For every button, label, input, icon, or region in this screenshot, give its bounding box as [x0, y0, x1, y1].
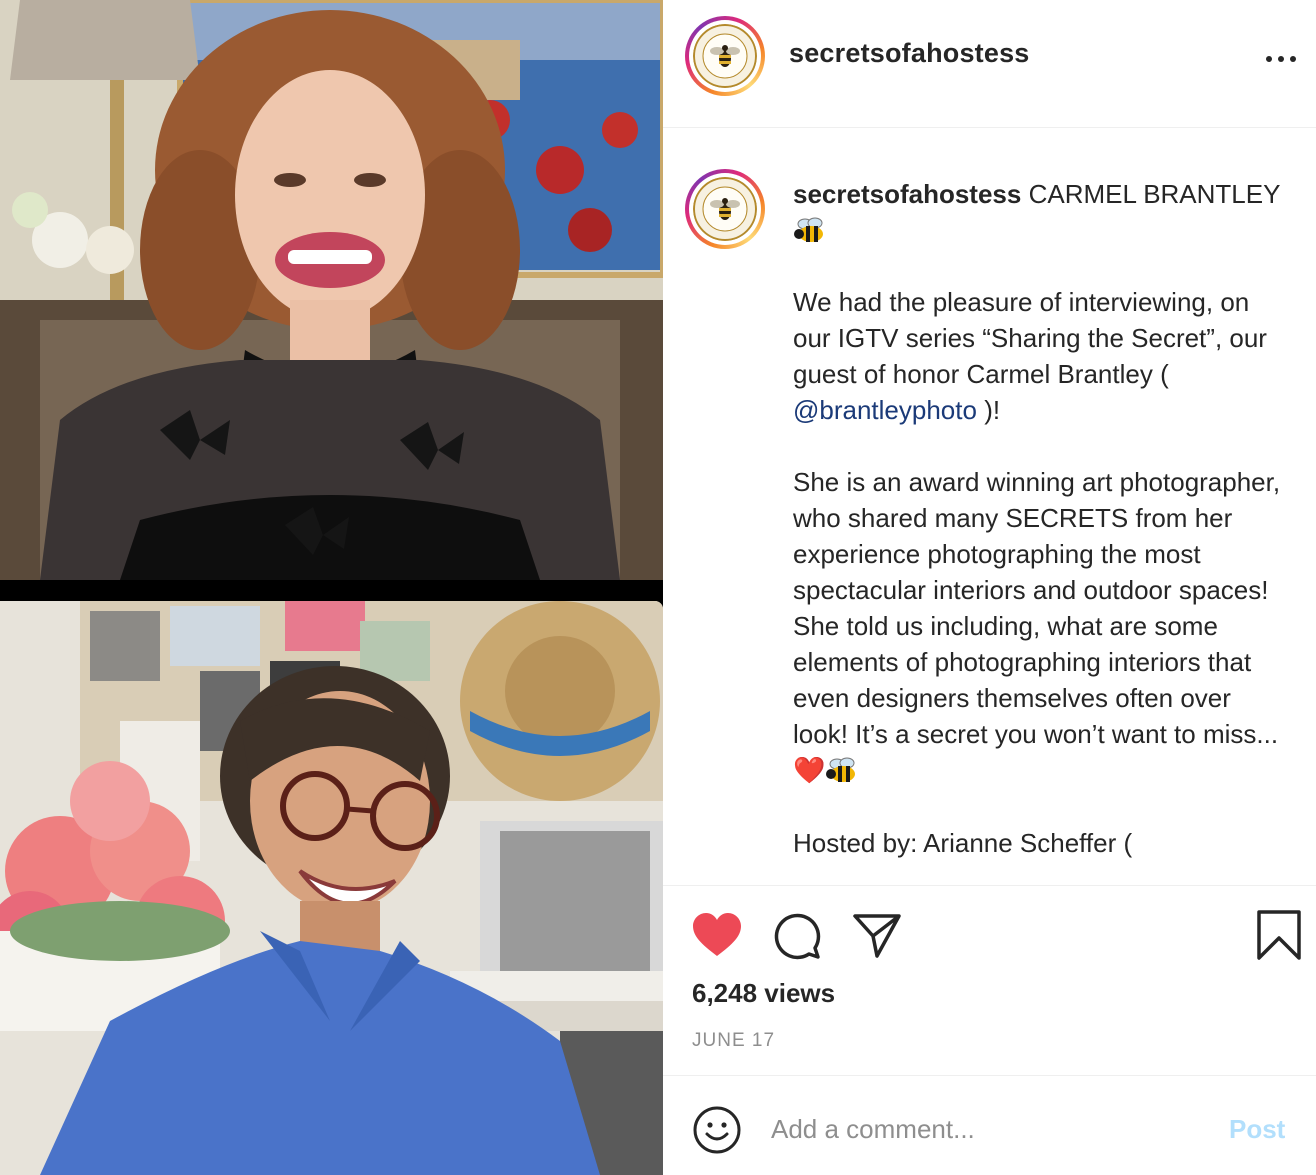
caption-text: secretsofahostess CARMEL BRANTLEY We had…: [793, 176, 1283, 861]
host-video-frame: [0, 601, 663, 1175]
caption-avatar[interactable]: [685, 169, 765, 249]
view-count[interactable]: 6,248 views: [692, 978, 835, 1009]
brand-logo-icon: [693, 24, 757, 88]
caption-first-line: secretsofahostess CARMEL BRANTLEY: [793, 176, 1283, 248]
video-tile-host: [0, 601, 663, 1175]
post-header: secretsofahostess: [663, 0, 1316, 128]
brand-logo-icon: [693, 177, 757, 241]
bee-emoji-icon: [794, 217, 823, 242]
caption-paragraph-3: Hosted by: Arianne Scheffer (: [793, 828, 1133, 858]
post-date[interactable]: JUNE 17: [692, 1030, 775, 1052]
bookmark-icon[interactable]: [1253, 910, 1305, 962]
post-actions: 6,248 views JUNE 17: [663, 885, 1316, 1075]
caption-p2-text: She is an award winning art photographer…: [793, 467, 1281, 749]
caption-section[interactable]: secretsofahostess CARMEL BRANTLEY We had…: [663, 129, 1316, 877]
video-tile-guest: [0, 0, 663, 580]
heart-icon[interactable]: [691, 910, 743, 962]
comment-icon[interactable]: [771, 910, 823, 962]
bee-emoji-icon: [826, 757, 856, 782]
caption-p1-end: )!: [976, 395, 1001, 425]
emoji-smile-icon[interactable]: [691, 1104, 743, 1156]
comment-bar: Post: [663, 1075, 1316, 1175]
caption-username[interactable]: secretsofahostess: [793, 179, 1021, 209]
caption-paragraph-2: She is an award winning art photographer…: [793, 464, 1283, 789]
post-author-username[interactable]: secretsofahostess: [789, 38, 1030, 69]
caption-p1-text: We had the pleasure of interviewing, on …: [793, 287, 1267, 389]
comment-input[interactable]: [771, 1106, 1211, 1152]
mention-link[interactable]: @brantleyphoto: [793, 395, 977, 425]
post-panel: secretsofahostess secretsofahostess CARM…: [663, 0, 1316, 1175]
guest-video-frame: [0, 0, 663, 580]
post-comment-button[interactable]: Post: [1229, 1114, 1285, 1145]
ellipsis-icon[interactable]: [1263, 46, 1299, 70]
caption-title: CARMEL BRANTLEY: [1028, 179, 1280, 209]
avatar[interactable]: [685, 16, 765, 96]
post-media[interactable]: [0, 0, 663, 1175]
heart-emoji-icon: ❤️: [793, 756, 826, 786]
caption-paragraph-1: We had the pleasure of interviewing, on …: [793, 284, 1283, 428]
share-icon[interactable]: [851, 910, 903, 962]
